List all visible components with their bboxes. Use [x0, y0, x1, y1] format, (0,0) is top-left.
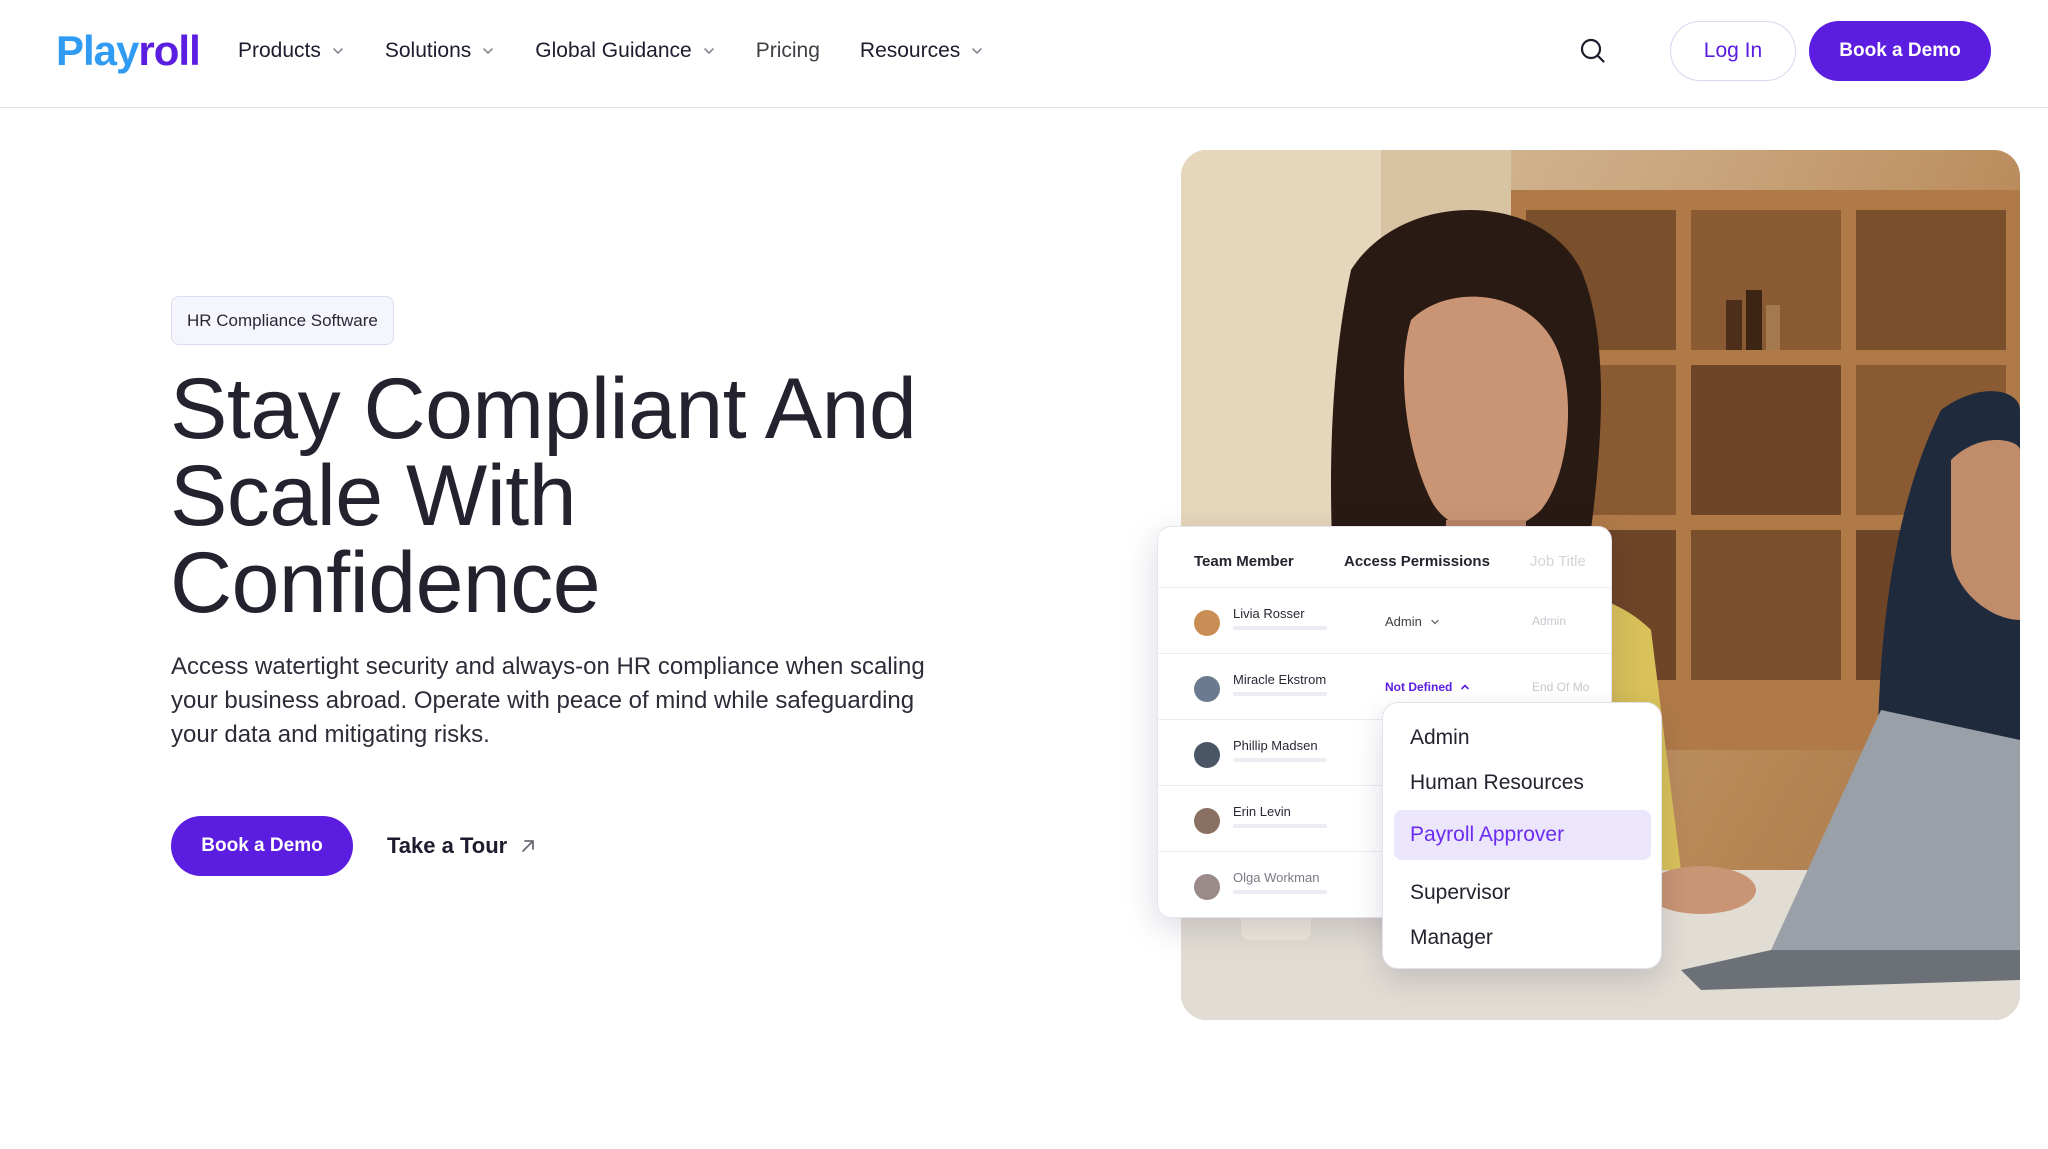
- column-header-job-title: Job Title: [1530, 553, 1586, 570]
- placeholder-bar: [1233, 890, 1327, 894]
- hero-title-line: Scale With: [170, 448, 577, 544]
- member-name: Livia Rosser: [1233, 606, 1305, 621]
- arrow-up-right-icon: [522, 840, 535, 852]
- nav-resources-label: Resources: [859, 39, 961, 62]
- nav-solutions-label: Solutions: [384, 39, 472, 62]
- avatar: [1194, 742, 1220, 768]
- column-header-access-permissions: Access Permissions: [1344, 553, 1490, 570]
- chevron-down-icon: [483, 48, 494, 54]
- book-demo-hero-button[interactable]: Book a Demo: [171, 816, 353, 876]
- dropdown-option-manager[interactable]: Manager: [1394, 913, 1651, 963]
- avatar: [1194, 610, 1220, 636]
- avatar: [1194, 676, 1220, 702]
- permission-value: Admin: [1385, 614, 1422, 629]
- dropdown-option-human-resources[interactable]: Human Resources: [1394, 758, 1651, 808]
- job-title: Admin: [1532, 614, 1567, 628]
- nav-global-guidance[interactable]: Global Guidance: [535, 39, 715, 63]
- placeholder-bar: [1233, 692, 1327, 696]
- placeholder-bar: [1233, 626, 1327, 630]
- nav-pricing[interactable]: Pricing: [756, 39, 820, 63]
- job-title: End Of Mo: [1532, 680, 1590, 694]
- avatar: [1194, 808, 1220, 834]
- permission-value: Not Defined: [1385, 680, 1453, 694]
- take-tour-label: Take a Tour: [387, 833, 508, 858]
- permission-select[interactable]: Not Defined: [1385, 680, 1470, 694]
- chevron-down-icon: [333, 48, 343, 54]
- nav-pricing-label: Pricing: [755, 39, 820, 62]
- chevron-down-icon: [972, 48, 983, 54]
- logo-part-play: Play: [56, 27, 139, 74]
- nav-products-label: Products: [238, 39, 321, 62]
- main-nav: Products Solutions Global Guidance Prici…: [238, 34, 1024, 68]
- permission-dropdown-menu: Admin Human Resources Payroll Approver S…: [1382, 702, 1662, 969]
- site-header: Playroll Products Solutions Global Guida…: [0, 0, 2048, 108]
- dropdown-option-admin[interactable]: Admin: [1394, 713, 1651, 763]
- placeholder-bar: [1233, 758, 1327, 762]
- logo-part-roll: roll: [138, 27, 200, 74]
- hero-title-line: Confidence: [170, 535, 601, 631]
- nav-global-guidance-label: Global Guidance: [535, 39, 692, 62]
- hero-title: Stay Compliant And Scale With Confidence: [170, 366, 1050, 627]
- hero-description: Access watertight security and always-on…: [171, 650, 1011, 752]
- login-button[interactable]: Log In: [1670, 21, 1796, 81]
- placeholder-bar: [1233, 824, 1327, 828]
- member-name: Phillip Madsen: [1233, 738, 1318, 753]
- playroll-logo[interactable]: Playroll: [56, 26, 201, 76]
- hero-description-line: your business abroad. Operate with peace…: [171, 687, 915, 714]
- nav-solutions[interactable]: Solutions: [385, 39, 495, 63]
- chevron-up-icon: [1461, 684, 1470, 690]
- table-row[interactable]: Livia Rosser Admin Admin: [1158, 587, 1611, 653]
- dropdown-option-payroll-approver[interactable]: Payroll Approver: [1394, 810, 1651, 860]
- nav-resources[interactable]: Resources: [860, 39, 984, 63]
- avatar: [1194, 874, 1220, 900]
- nav-products[interactable]: Products: [238, 39, 345, 63]
- hero-description-line: your data and mitigating risks.: [171, 721, 490, 748]
- chevron-down-icon: [1431, 619, 1439, 624]
- search-icon[interactable]: [1578, 36, 1608, 66]
- take-tour-link[interactable]: Take a Tour: [387, 831, 537, 861]
- member-name: Erin Levin: [1233, 804, 1291, 819]
- member-name: Olga Workman: [1233, 870, 1320, 885]
- dropdown-option-supervisor[interactable]: Supervisor: [1394, 868, 1651, 918]
- permission-select[interactable]: Admin: [1385, 614, 1440, 629]
- column-header-team-member: Team Member: [1194, 553, 1294, 570]
- category-tag: HR Compliance Software: [171, 296, 394, 345]
- member-name: Miracle Ekstrom: [1233, 672, 1327, 687]
- hero-description-line: Access watertight security and always-on…: [171, 653, 925, 680]
- book-demo-header-button[interactable]: Book a Demo: [1809, 21, 1991, 81]
- chevron-down-icon: [703, 48, 714, 54]
- hero-title-line: Stay Compliant And: [170, 361, 917, 457]
